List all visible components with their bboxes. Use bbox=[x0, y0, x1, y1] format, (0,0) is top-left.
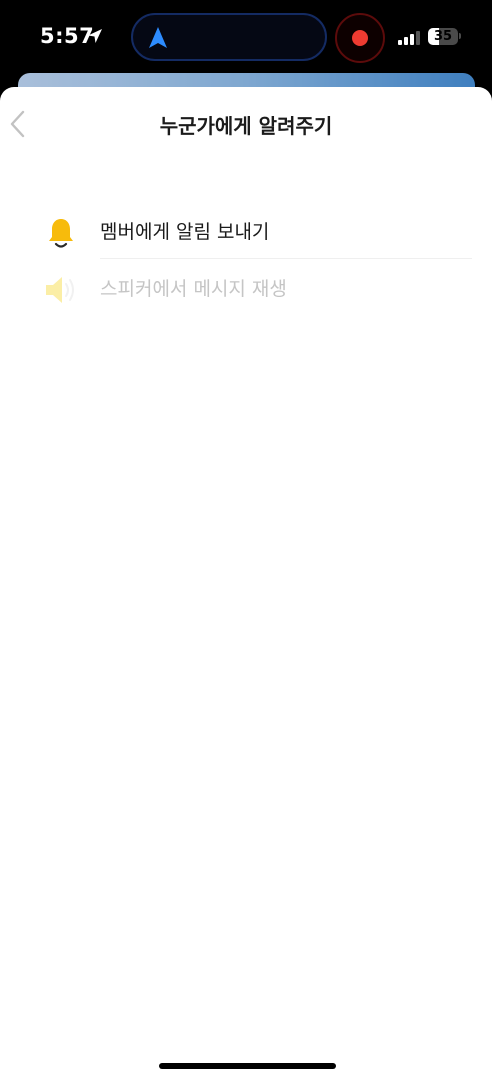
bell-icon bbox=[49, 219, 73, 248]
menu-item-label: 스피커에서 메시지 재생 bbox=[100, 278, 287, 300]
record-dot-icon bbox=[352, 30, 368, 46]
screen-recording-indicator[interactable] bbox=[335, 13, 385, 63]
location-arrow-icon bbox=[88, 29, 102, 43]
dynamic-island-navigation[interactable] bbox=[131, 13, 327, 61]
home-indicator[interactable] bbox=[159, 1063, 336, 1069]
speaker-icon bbox=[46, 277, 74, 303]
status-bar: 5:57 35 bbox=[0, 0, 492, 80]
divider bbox=[100, 258, 472, 259]
navigation-arrow-icon bbox=[149, 27, 167, 48]
menu-item-label: 멤버에게 알림 보내기 bbox=[100, 221, 270, 243]
page-title: 누군가에게 알려주기 bbox=[159, 114, 333, 138]
send-notification-to-members-item[interactable]: 멤버에게 알림 보내기 bbox=[0, 203, 492, 259]
battery-cap bbox=[459, 33, 461, 39]
battery-icon: 35 bbox=[428, 28, 458, 45]
modal-sheet: 누군가에게 알려주기 멤버에게 알림 보내기 스피커에서 메시지 재생 bbox=[0, 87, 492, 1079]
play-message-on-speaker-item[interactable]: 스피커에서 메시지 재생 bbox=[0, 260, 492, 316]
cellular-signal-icon bbox=[398, 30, 420, 45]
battery-level: 35 bbox=[433, 29, 453, 44]
